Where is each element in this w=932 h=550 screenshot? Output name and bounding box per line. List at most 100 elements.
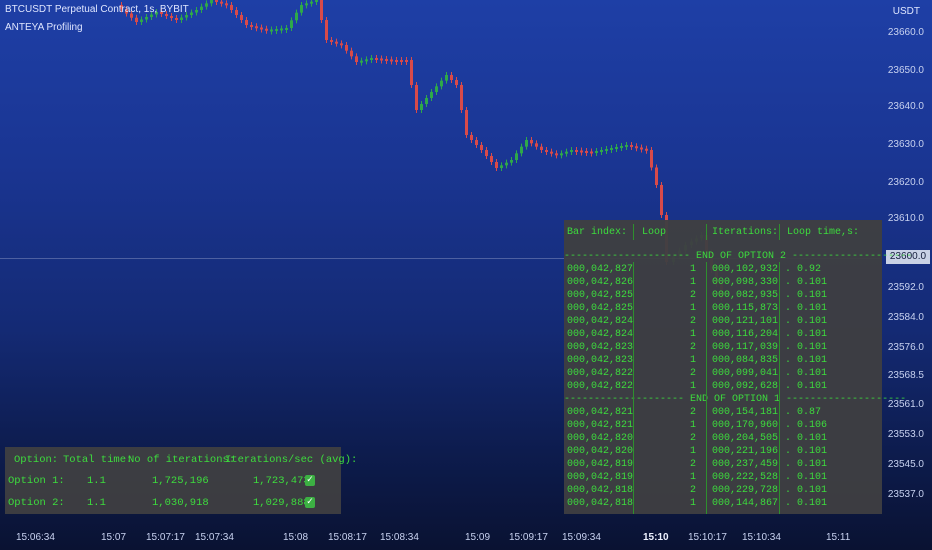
candle-body	[360, 60, 363, 63]
candle-body	[615, 147, 618, 149]
candle-body	[560, 153, 563, 156]
price-tick-label: 23545.0	[887, 459, 924, 470]
candle-body	[315, 0, 318, 2]
bar-index-cell: 000,042,819	[567, 472, 634, 483]
indicator-legend[interactable]: ANTEYA Profiling	[5, 22, 83, 33]
chart-area[interactable]: BTCUSDT Perpetual Contract, 1s, BYBIT AN…	[0, 0, 932, 550]
candle-body	[505, 162, 508, 166]
candle-body	[410, 60, 413, 85]
candle-body	[280, 28, 283, 31]
loop-time-cell: . 0.106	[785, 420, 828, 431]
iterations-cell: 000,082,935	[712, 290, 779, 301]
option-label: Option 1:	[8, 475, 65, 487]
header-iterations: Iterations:	[712, 227, 779, 238]
loop-time-cell: . 0.87	[785, 407, 822, 418]
loop-time-cell: . 0.101	[785, 303, 828, 314]
loop-time-cell: . 0.92	[785, 264, 822, 275]
time-axis[interactable]: 15:06:34 15:07 15:07:17 15:07:34 15:08 15:08:…	[0, 522, 932, 550]
header-rate: Iterations/sec (avg):	[225, 454, 358, 466]
loop-cell: 1	[689, 446, 696, 457]
iterations-cell: 000,092,628	[712, 381, 779, 392]
log-row: 000,042,825 1 000,115,873 . 0.101	[564, 302, 882, 315]
iterations-cell: 000,098,330	[712, 277, 779, 288]
loop-time-cell: . 0.101	[785, 433, 828, 444]
candle-body	[435, 86, 438, 92]
bar-index-cell: 000,042,822	[567, 368, 634, 379]
symbol-legend[interactable]: BTCUSDT Perpetual Contract, 1s, BYBIT	[5, 4, 189, 15]
candle-body	[345, 45, 348, 51]
candle-body	[225, 3, 228, 6]
candle-body	[430, 92, 433, 98]
candle-body	[525, 140, 528, 147]
time-tick-label: 15:06:34	[16, 532, 55, 543]
time-tick-label: 15:08:17	[328, 532, 367, 543]
bar-index-cell: 000,042,824	[567, 329, 634, 340]
end-option-1-separator: -------------------- END OF OPTION 1 ---…	[564, 394, 907, 405]
bar-index-cell: 000,042,827	[567, 264, 634, 275]
time-tick-label: 15:07:34	[195, 532, 234, 543]
candle-body	[605, 149, 608, 151]
rate: 1,029,888	[253, 497, 310, 509]
currency-label[interactable]: USDT	[893, 6, 920, 17]
log-row: 000,042,824 1 000,116,204 . 0.101	[564, 328, 882, 341]
candle-body	[385, 59, 388, 61]
candle-body	[265, 28, 268, 31]
check-icon: ✓	[305, 475, 315, 486]
iterations-cell: 000,170,960	[712, 420, 779, 431]
candle-body	[510, 160, 513, 163]
price-tick-label: 23640.0	[887, 101, 924, 112]
log-row: 000,042,826 1 000,098,330 . 0.101	[564, 276, 882, 289]
candle-body	[180, 17, 183, 20]
iterations-cell: 000,221,196	[712, 446, 779, 457]
candle-body	[395, 60, 398, 62]
candle-body	[330, 40, 333, 42]
candle-body	[250, 25, 253, 27]
time-tick-label: 15:07	[101, 532, 127, 543]
header-loop-time: Loop time,s:	[787, 227, 860, 238]
log-row: 000,042,825 2 000,082,935 . 0.101	[564, 289, 882, 302]
log-row: 000,042,818 2 000,229,728 . 0.101	[564, 484, 882, 497]
loop-cell: 2	[689, 290, 696, 301]
check-icon: ✓	[305, 497, 315, 508]
candle-body	[145, 17, 148, 20]
header-total-time: Total time:	[63, 454, 133, 466]
bar-index-cell: 000,042,821	[567, 407, 634, 418]
candle-body	[320, 0, 323, 20]
iterations-cell: 000,102,932	[712, 264, 779, 275]
candle-body	[310, 1, 313, 4]
candle-body	[595, 151, 598, 153]
iterations-cell: 000,229,728	[712, 485, 779, 496]
loop-cell: 2	[689, 368, 696, 379]
iterations-cell: 000,222,528	[712, 472, 779, 483]
price-tick-label: 23584.0	[887, 312, 924, 323]
candle-body	[405, 60, 408, 62]
iterations: 1,030,918	[152, 497, 209, 509]
bar-index-cell: 000,042,819	[567, 459, 634, 470]
candle-body	[470, 135, 473, 140]
candle-body	[610, 148, 613, 150]
iterations-cell: 000,237,459	[712, 459, 779, 470]
loop-time-cell: . 0.101	[785, 485, 828, 496]
price-tick-label: 23650.0	[887, 65, 924, 76]
bar-index-cell: 000,042,820	[567, 446, 634, 457]
candle-body	[555, 153, 558, 156]
option-label: Option 2:	[8, 497, 65, 509]
candle-body	[490, 156, 493, 162]
loop-time-cell: . 0.101	[785, 472, 828, 483]
column-divider	[633, 262, 634, 514]
candle-body	[335, 41, 338, 44]
end-option-2-separator: --------------------- END OF OPTION 2 --…	[564, 251, 913, 262]
candle-body	[305, 3, 308, 6]
candle-body	[350, 50, 353, 57]
candle-body	[375, 58, 378, 60]
candle-body	[275, 29, 278, 31]
candle-body	[640, 147, 643, 150]
price-tick-label: 23660.0	[887, 27, 924, 38]
time-tick-label: 15:10	[643, 532, 669, 543]
header-bar-index: Bar index:	[567, 227, 628, 238]
candle-body	[390, 59, 393, 62]
candle-body	[460, 85, 463, 110]
bar-index-cell: 000,042,826	[567, 277, 634, 288]
bar-index-cell: 000,042,822	[567, 381, 634, 392]
candle-body	[285, 28, 288, 30]
